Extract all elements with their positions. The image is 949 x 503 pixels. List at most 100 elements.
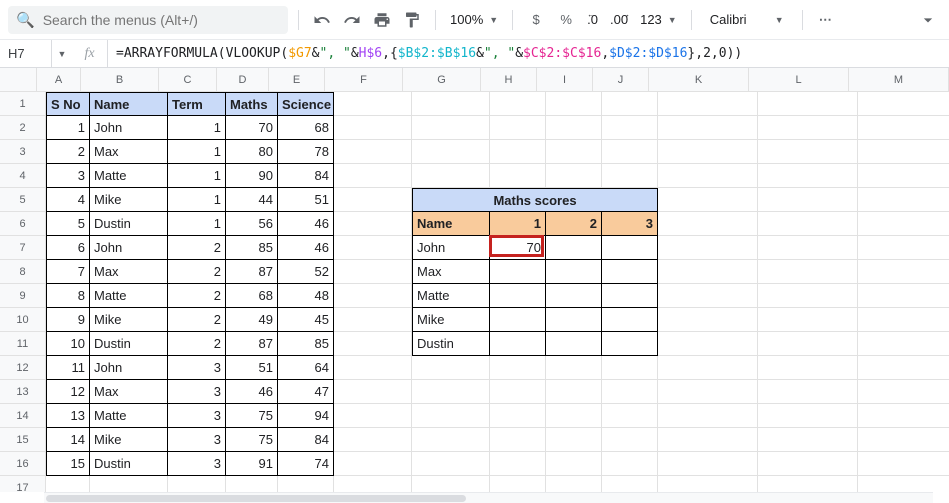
- cell[interactable]: [858, 188, 949, 212]
- cell[interactable]: [546, 428, 602, 452]
- main-cell[interactable]: 87: [226, 332, 278, 356]
- lookup-title[interactable]: Maths scores: [412, 188, 658, 212]
- lookup-cell[interactable]: [546, 236, 602, 260]
- column-header-B[interactable]: B: [81, 68, 159, 92]
- lookup-cell[interactable]: [602, 236, 658, 260]
- main-cell[interactable]: John: [90, 116, 168, 140]
- main-cell[interactable]: Mike: [90, 188, 168, 212]
- cell[interactable]: [658, 188, 758, 212]
- cell[interactable]: [546, 116, 602, 140]
- main-cell[interactable]: John: [90, 356, 168, 380]
- main-cell[interactable]: 51: [226, 356, 278, 380]
- cell[interactable]: [490, 428, 546, 452]
- cell[interactable]: [546, 380, 602, 404]
- font-dropdown[interactable]: Calibri▼: [702, 12, 792, 27]
- column-header-L[interactable]: L: [749, 68, 849, 92]
- column-header-D[interactable]: D: [217, 68, 269, 92]
- name-box[interactable]: H7: [0, 40, 52, 67]
- cell[interactable]: [412, 428, 490, 452]
- cell[interactable]: [858, 332, 949, 356]
- main-cell[interactable]: Mike: [90, 428, 168, 452]
- lookup-cell[interactable]: Dustin: [412, 332, 490, 356]
- cell[interactable]: [858, 92, 949, 116]
- lookup-cell[interactable]: Max: [412, 260, 490, 284]
- cell[interactable]: [412, 380, 490, 404]
- decrease-decimal-button[interactable]: .0←: [583, 12, 602, 27]
- cell[interactable]: [334, 92, 412, 116]
- row-header-7[interactable]: 7: [0, 236, 46, 260]
- cell[interactable]: [490, 476, 546, 492]
- cell[interactable]: [334, 380, 412, 404]
- row-header-17[interactable]: 17: [0, 476, 46, 492]
- main-cell[interactable]: 1: [168, 212, 226, 236]
- undo-button[interactable]: [309, 7, 335, 33]
- cell[interactable]: [602, 116, 658, 140]
- row-header-16[interactable]: 16: [0, 452, 46, 476]
- column-header-M[interactable]: M: [849, 68, 949, 92]
- cell[interactable]: [858, 452, 949, 476]
- scrollbar-thumb[interactable]: [46, 495, 466, 502]
- lookup-cell[interactable]: [490, 260, 546, 284]
- more-tools-button[interactable]: ⋯: [813, 7, 839, 33]
- cell[interactable]: [546, 140, 602, 164]
- cell[interactable]: [334, 404, 412, 428]
- zoom-dropdown[interactable]: 100%▼: [446, 12, 502, 27]
- main-cell[interactable]: 75: [226, 404, 278, 428]
- column-header-J[interactable]: J: [593, 68, 649, 92]
- cell[interactable]: [412, 164, 490, 188]
- main-cell[interactable]: Dustin: [90, 332, 168, 356]
- main-cell[interactable]: 12: [46, 380, 90, 404]
- cell[interactable]: [412, 476, 490, 492]
- cell[interactable]: [758, 308, 858, 332]
- cell[interactable]: [334, 452, 412, 476]
- format-dropdown[interactable]: 123▼: [636, 12, 681, 27]
- row-header-10[interactable]: 10: [0, 308, 46, 332]
- cell[interactable]: [758, 476, 858, 492]
- menu-search[interactable]: 🔍: [8, 6, 288, 34]
- main-cell[interactable]: 2: [46, 140, 90, 164]
- main-cell[interactable]: 13: [46, 404, 90, 428]
- column-header-A[interactable]: A: [37, 68, 81, 92]
- column-header-I[interactable]: I: [537, 68, 593, 92]
- cell[interactable]: [602, 164, 658, 188]
- lookup-cell[interactable]: [602, 284, 658, 308]
- main-cell[interactable]: 85: [226, 236, 278, 260]
- cell[interactable]: [758, 380, 858, 404]
- cell[interactable]: [758, 236, 858, 260]
- cell[interactable]: [412, 116, 490, 140]
- cell[interactable]: [490, 356, 546, 380]
- main-cell[interactable]: 74: [278, 452, 334, 476]
- cell[interactable]: [334, 428, 412, 452]
- main-cell[interactable]: Max: [90, 380, 168, 404]
- cell[interactable]: [758, 284, 858, 308]
- main-cell[interactable]: 2: [168, 260, 226, 284]
- cell[interactable]: [602, 404, 658, 428]
- main-cell[interactable]: 2: [168, 284, 226, 308]
- formula-input[interactable]: =ARRAYFORMULA(VLOOKUP($G7&", "&H$6,{$B$2…: [108, 46, 750, 61]
- column-header-G[interactable]: G: [403, 68, 481, 92]
- lookup-cell[interactable]: [546, 308, 602, 332]
- cell[interactable]: [602, 452, 658, 476]
- row-header-4[interactable]: 4: [0, 164, 46, 188]
- cell[interactable]: [546, 476, 602, 492]
- cell[interactable]: [658, 212, 758, 236]
- cell[interactable]: [658, 428, 758, 452]
- cell[interactable]: [334, 308, 412, 332]
- cell[interactable]: [758, 452, 858, 476]
- cell[interactable]: [858, 140, 949, 164]
- lookup-cell[interactable]: [602, 308, 658, 332]
- cell[interactable]: [602, 356, 658, 380]
- cell[interactable]: [758, 356, 858, 380]
- row-header-5[interactable]: 5: [0, 188, 46, 212]
- main-cell[interactable]: Matte: [90, 164, 168, 188]
- paint-format-button[interactable]: [399, 7, 425, 33]
- cell[interactable]: [758, 164, 858, 188]
- main-cell[interactable]: 56: [226, 212, 278, 236]
- lookup-cell[interactable]: [490, 332, 546, 356]
- cell[interactable]: [658, 380, 758, 404]
- cell[interactable]: [546, 452, 602, 476]
- cell[interactable]: [334, 476, 412, 492]
- cell[interactable]: [758, 116, 858, 140]
- main-cell[interactable]: 94: [278, 404, 334, 428]
- main-cell[interactable]: 5: [46, 212, 90, 236]
